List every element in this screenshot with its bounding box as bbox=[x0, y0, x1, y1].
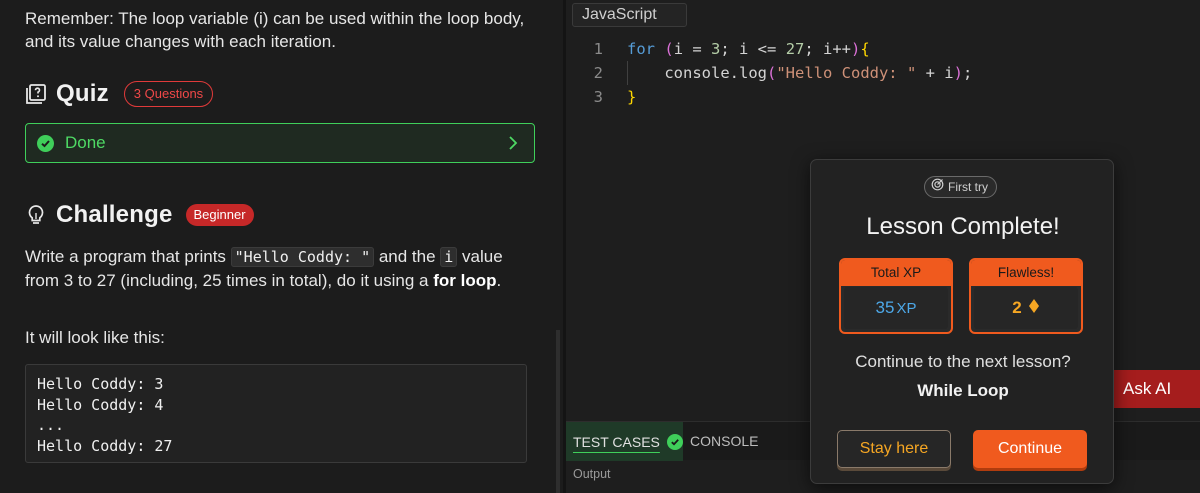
output-line: Hello Coddy: 3 bbox=[37, 375, 164, 393]
expected-output-box: Hello Coddy: 3 Hello Coddy: 4 ... Hello … bbox=[25, 364, 527, 463]
inline-code-string: "Hello Coddy: " bbox=[230, 247, 375, 267]
check-circle-icon bbox=[37, 134, 54, 152]
challenge-title: Challenge bbox=[56, 201, 173, 228]
looks-like-label: It will look like this: bbox=[25, 328, 165, 347]
challenge-bold: for loop bbox=[433, 271, 497, 290]
flawless-value: 2 bbox=[1012, 298, 1022, 317]
code-token: ( bbox=[766, 64, 777, 82]
quiz-icon bbox=[25, 83, 47, 105]
code-token: ; bbox=[962, 64, 973, 82]
code-token: { bbox=[860, 40, 870, 58]
flawless-label: Flawless! bbox=[971, 260, 1081, 286]
next-lesson-name: While Loop bbox=[917, 381, 1009, 400]
difficulty-badge: Beginner bbox=[185, 204, 254, 226]
line-number: 3 bbox=[593, 88, 603, 106]
code-token: "Hello Coddy: " bbox=[776, 64, 917, 82]
language-tab[interactable]: JavaScript bbox=[572, 3, 687, 27]
quiz-count-badge: 3 Questions bbox=[123, 81, 214, 107]
check-circle-icon bbox=[666, 433, 683, 450]
code-line[interactable]: 3} bbox=[566, 85, 1200, 109]
challenge-text-part: and the bbox=[374, 247, 441, 266]
output-line: Hello Coddy: 4 bbox=[37, 395, 164, 414]
code-source: for (i = 3; i <= 27; i++){ bbox=[627, 37, 870, 61]
code-token: } bbox=[627, 88, 637, 106]
challenge-description: Write a program that prints "Hello Coddy… bbox=[25, 245, 535, 292]
code-token: + i bbox=[916, 64, 954, 82]
total-xp-card: Total XP 35 XP bbox=[839, 258, 953, 334]
line-number: 2 bbox=[593, 64, 603, 82]
continue-button[interactable]: Continue bbox=[973, 430, 1087, 468]
challenge-header: Challenge Beginner bbox=[25, 200, 254, 230]
diamond-icon bbox=[1028, 298, 1040, 319]
tab-test-cases-label: TEST CASES bbox=[573, 433, 660, 450]
code-source: console.log("Hello Coddy: " + i); bbox=[627, 61, 972, 85]
inline-code-var: i bbox=[440, 247, 458, 267]
output-line: Hello Coddy: 27 bbox=[37, 436, 173, 455]
code-token: 3 bbox=[711, 40, 721, 58]
total-xp-label: Total XP bbox=[841, 260, 951, 286]
quiz-status-label: Done bbox=[65, 133, 106, 152]
line-number: 1 bbox=[593, 40, 603, 58]
challenge-text-part: . bbox=[496, 271, 502, 290]
tab-console[interactable]: CONSOLE bbox=[690, 422, 758, 461]
code-token: ( bbox=[664, 40, 674, 58]
quiz-header: Quiz 3 Questions bbox=[25, 79, 214, 109]
flawless-card: Flawless! 2 bbox=[969, 258, 1083, 334]
lightbulb-icon bbox=[25, 204, 47, 226]
flawless-body: 2 bbox=[974, 287, 1078, 329]
tab-test-cases[interactable]: TEST CASES bbox=[566, 422, 683, 461]
lesson-complete-modal: First try Lesson Complete! Total XP 35 X… bbox=[810, 159, 1114, 484]
total-xp-body: 35 XP bbox=[844, 287, 948, 329]
code-token: for bbox=[627, 40, 655, 58]
code-editor[interactable]: 1 for (i = 3; i <= 27; i++){2 console.log… bbox=[566, 37, 1200, 109]
quiz-title: Quiz bbox=[56, 80, 109, 107]
challenge-text-part: Write a program that prints bbox=[25, 247, 231, 266]
code-source: } bbox=[627, 85, 636, 109]
target-icon bbox=[931, 178, 944, 196]
next-lesson-question: Continue to the next lesson? bbox=[855, 352, 1071, 371]
output-label: Output bbox=[573, 467, 611, 481]
remember-text: Remember: The loop variable (i) can be u… bbox=[25, 9, 525, 51]
quiz-done-button[interactable]: Done bbox=[25, 123, 535, 163]
code-token: ; i++ bbox=[804, 40, 852, 58]
total-xp-value: 35 bbox=[875, 298, 895, 317]
code-token: console.log bbox=[627, 64, 767, 82]
code-token: i = bbox=[673, 40, 712, 58]
total-xp-unit: XP bbox=[896, 299, 917, 317]
indent-guide bbox=[627, 61, 628, 85]
code-token: ) bbox=[851, 40, 861, 58]
stay-here-button[interactable]: Stay here bbox=[837, 430, 951, 468]
code-token: ) bbox=[953, 64, 963, 82]
chevron-right-icon bbox=[508, 135, 518, 156]
modal-title: Lesson Complete! bbox=[866, 213, 1060, 240]
output-line: ... bbox=[37, 416, 65, 434]
first-try-label: First try bbox=[948, 180, 988, 194]
code-token: ; i <= bbox=[720, 40, 786, 58]
lesson-panel: Remember: The loop variable (i) can be u… bbox=[0, 0, 563, 493]
lesson-scrollbar[interactable] bbox=[556, 330, 560, 493]
code-token: 27 bbox=[785, 40, 805, 58]
first-try-badge: First try bbox=[924, 176, 997, 198]
ask-ai-button[interactable]: Ask AI bbox=[1111, 370, 1200, 408]
code-line[interactable]: 2 console.log("Hello Coddy: " + i); bbox=[566, 61, 1200, 85]
code-line[interactable]: 1 for (i = 3; i <= 27; i++){ bbox=[566, 37, 1200, 61]
